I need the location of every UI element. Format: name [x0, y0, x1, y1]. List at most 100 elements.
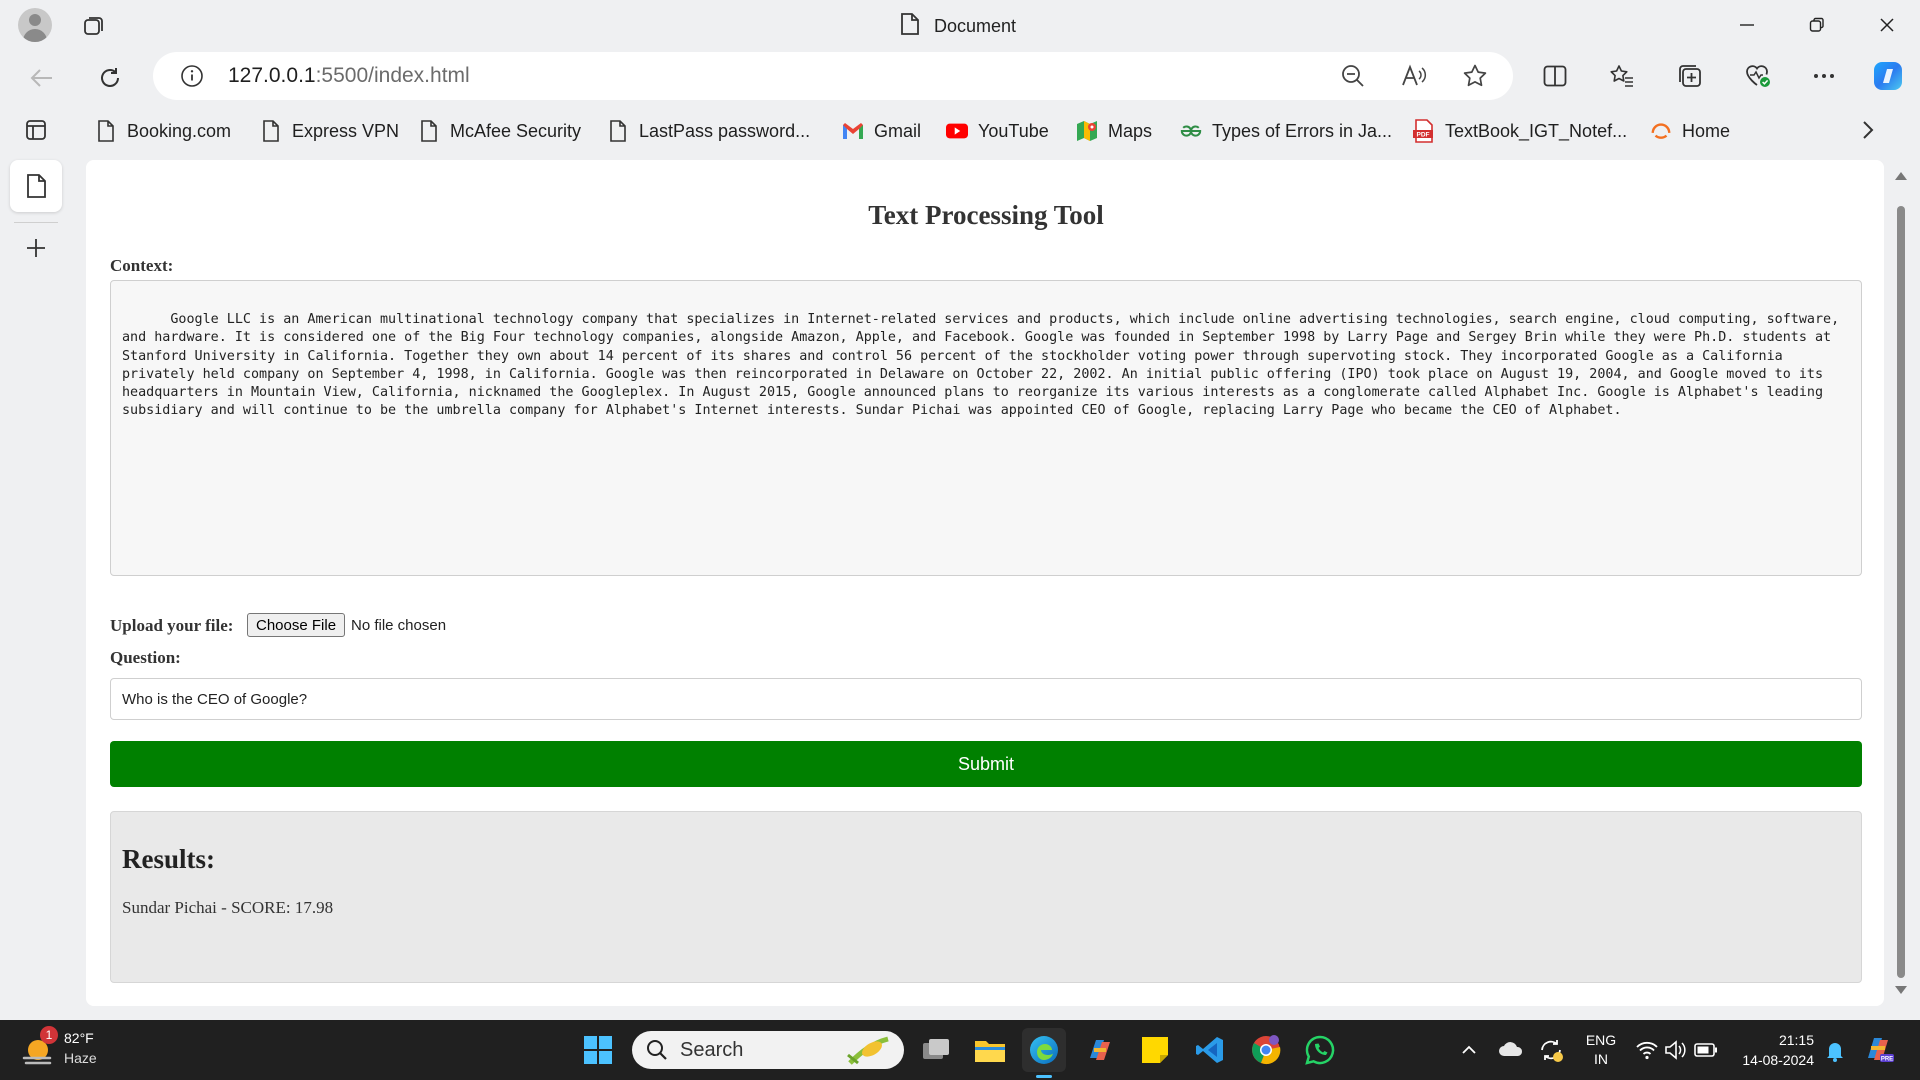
- clock-date: 14-08-2024: [1742, 1052, 1814, 1068]
- maps-icon: [1076, 120, 1098, 142]
- clock[interactable]: 21:15 14-08-2024: [1730, 1030, 1814, 1070]
- profile-avatar[interactable]: [18, 8, 52, 42]
- vertical-tab-document[interactable]: [10, 160, 62, 212]
- vscode-icon[interactable]: [1188, 1028, 1232, 1072]
- copilot-tray-icon[interactable]: PRE: [1860, 1030, 1896, 1066]
- region-code: IN: [1594, 1051, 1608, 1067]
- weather-icon[interactable]: 1: [20, 1026, 60, 1070]
- favorite-lastpass[interactable]: LastPass password...: [607, 118, 810, 144]
- file-explorer-icon[interactable]: [968, 1028, 1012, 1072]
- notification-bell-icon[interactable]: [1824, 1034, 1846, 1066]
- active-indicator: [1036, 1075, 1052, 1078]
- favorite-label: McAfee Security: [450, 120, 582, 141]
- page-content: Text Processing Tool Context: Google LLC…: [86, 160, 1884, 1006]
- favorite-label: Gmail: [874, 120, 922, 141]
- home-site-icon: [1650, 120, 1672, 142]
- favorite-star-icon[interactable]: [1455, 56, 1495, 96]
- resize-grip-icon[interactable]: [1848, 562, 1858, 572]
- favorite-mcafee[interactable]: McAfee Security: [418, 118, 581, 144]
- new-tab-button[interactable]: [10, 222, 62, 274]
- question-label: Question:: [110, 648, 181, 667]
- split-screen-icon[interactable]: [1535, 56, 1575, 96]
- favorite-label: Booking.com: [127, 120, 232, 141]
- chrome-icon[interactable]: [1244, 1028, 1288, 1072]
- favorite-booking[interactable]: Booking.com: [95, 118, 231, 144]
- results-heading: Results:: [122, 844, 215, 874]
- pdf-icon: PDF: [1413, 119, 1435, 143]
- sync-warning-icon[interactable]: [1538, 1034, 1564, 1066]
- submit-button[interactable]: Submit: [110, 741, 1862, 787]
- favorite-types-of-errors[interactable]: Types of Errors in Ja...: [1180, 118, 1392, 144]
- context-label: Context:: [110, 256, 174, 275]
- weather-badge: 1: [40, 1026, 58, 1044]
- restore-button[interactable]: [1782, 0, 1852, 50]
- svg-text:PDF: PDF: [1417, 132, 1430, 139]
- title-bar: Document: [0, 0, 1920, 50]
- favorite-label: TextBook_IGT_Notef...: [1445, 120, 1628, 141]
- choose-file-button[interactable]: Choose File: [247, 613, 346, 637]
- collections-icon[interactable]: [1670, 56, 1710, 96]
- browser-essentials-icon[interactable]: [1738, 56, 1778, 96]
- url-text[interactable]: 127.0.0.1:5500/index.html: [228, 64, 470, 88]
- context-text: Google LLC is an American multinational …: [122, 312, 1848, 419]
- zoom-out-icon[interactable]: [1333, 56, 1373, 96]
- site-info-icon[interactable]: [172, 56, 212, 96]
- close-window-button[interactable]: [1852, 0, 1920, 50]
- youtube-icon: [946, 120, 968, 142]
- search-icon: [646, 1039, 668, 1061]
- weather-desc: Haze: [64, 1050, 97, 1066]
- favorite-label: Home: [1682, 120, 1731, 141]
- gmail-icon: [842, 120, 864, 142]
- wifi-icon[interactable]: [1636, 1034, 1658, 1066]
- back-button[interactable]: [22, 58, 62, 98]
- whatsapp-icon[interactable]: [1298, 1028, 1342, 1072]
- context-textarea[interactable]: Google LLC is an American multinational …: [110, 280, 1862, 576]
- onedrive-icon[interactable]: [1498, 1034, 1524, 1066]
- window-title-group: Document: [900, 12, 1017, 41]
- url-path: :5500/index.html: [315, 64, 470, 87]
- sticky-notes-icon[interactable]: [1133, 1028, 1177, 1072]
- copilot-taskbar-icon[interactable]: [1078, 1028, 1122, 1072]
- page-icon: [260, 120, 282, 142]
- search-highlight-icon: [842, 1033, 894, 1073]
- show-hidden-icons-chevron[interactable]: [1460, 1034, 1478, 1066]
- url-host: 127.0.0.1: [228, 64, 316, 87]
- volume-icon[interactable]: [1664, 1034, 1686, 1066]
- favorite-home[interactable]: Home: [1650, 118, 1730, 144]
- chevron-right-icon[interactable]: [1848, 110, 1888, 150]
- question-value: Who is the CEO of Google?: [122, 690, 308, 708]
- favorite-label: Types of Errors in Ja...: [1212, 120, 1393, 141]
- taskbar-search-box[interactable]: Search: [632, 1031, 904, 1069]
- document-icon: [900, 12, 920, 41]
- upload-label: Upload your file:: [110, 616, 234, 635]
- page-icon: [95, 120, 117, 142]
- favorites-icon[interactable]: [1602, 56, 1642, 96]
- page-title: Text Processing Tool: [868, 200, 1104, 230]
- copilot-icon[interactable]: [1868, 56, 1908, 96]
- favorite-label: Maps: [1108, 120, 1153, 141]
- file-status-text: No file chosen: [351, 617, 447, 634]
- start-button[interactable]: [576, 1028, 620, 1072]
- taskbar: 1 82°F Haze Search ENG IN 21:15 14-08-20…: [0, 1020, 1920, 1080]
- gfg-icon: [1180, 120, 1202, 142]
- refresh-button[interactable]: [90, 58, 130, 98]
- workspaces-icon[interactable]: [82, 13, 106, 37]
- edge-icon[interactable]: [1022, 1028, 1066, 1078]
- minimize-button[interactable]: [1712, 0, 1782, 50]
- window-title: Document: [934, 15, 1017, 36]
- favorite-express-vpn[interactable]: Express VPN: [260, 118, 399, 144]
- more-options-icon[interactable]: [1804, 56, 1844, 96]
- language-indicator[interactable]: ENG IN: [1584, 1031, 1618, 1069]
- favorite-maps[interactable]: Maps: [1076, 118, 1152, 144]
- read-aloud-icon[interactable]: [1394, 56, 1434, 96]
- tab-actions-icon[interactable]: [10, 110, 62, 150]
- question-input[interactable]: Who is the CEO of Google?: [110, 678, 1862, 720]
- favorite-textbook[interactable]: PDF TextBook_IGT_Notef...: [1413, 118, 1627, 144]
- search-placeholder: Search: [680, 1038, 744, 1061]
- favorite-youtube[interactable]: YouTube: [946, 118, 1049, 144]
- task-view-icon[interactable]: [915, 1028, 959, 1072]
- favorite-gmail[interactable]: Gmail: [842, 118, 921, 144]
- battery-icon[interactable]: [1694, 1034, 1718, 1066]
- page-viewport: Text Processing Tool Context: Google LLC…: [86, 160, 1884, 1006]
- vertical-scrollbar[interactable]: [1890, 160, 1912, 1006]
